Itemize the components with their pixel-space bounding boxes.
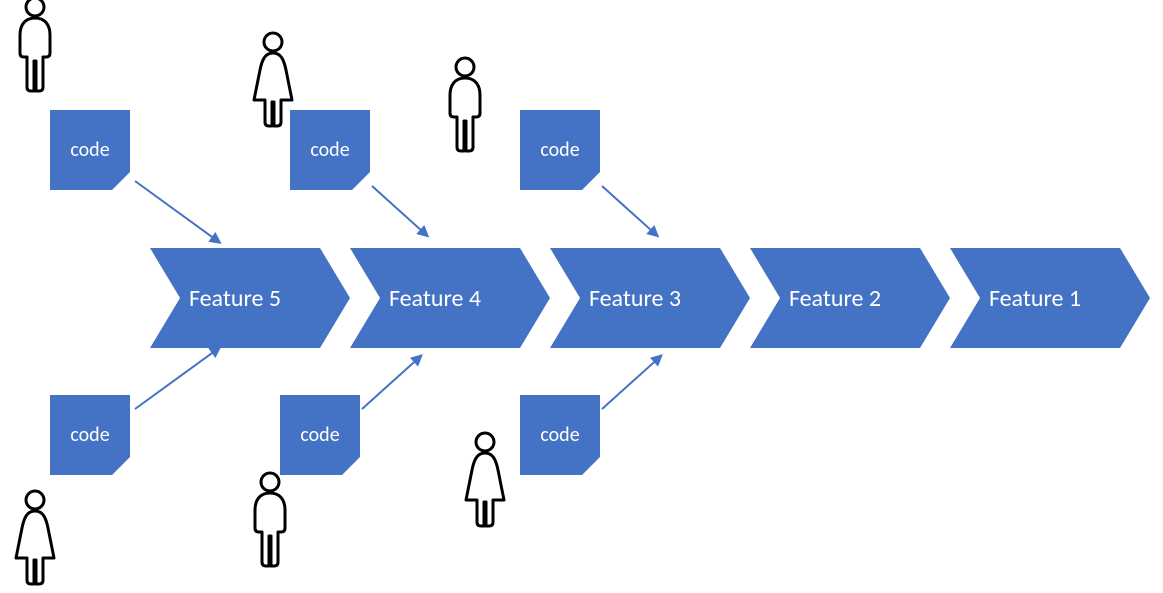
feature-arrow-2: Feature 2 (750, 248, 920, 348)
person-male-icon (440, 55, 490, 160)
code-note: code (520, 110, 600, 190)
person-female-icon (460, 430, 510, 535)
connector-arrow (601, 355, 662, 410)
feature-label: Feature 3 (589, 284, 681, 313)
code-note: code (50, 110, 130, 190)
code-note: code (290, 110, 370, 190)
connector-arrow (134, 346, 220, 409)
feature-arrow-4: Feature 4 (350, 248, 520, 348)
code-note-label: code (540, 423, 579, 447)
code-note-label: code (300, 423, 339, 447)
person-male-icon (10, 0, 60, 100)
connector-arrow (371, 185, 428, 237)
feature-arrow-3: Feature 3 (550, 248, 720, 348)
code-note-label: code (70, 423, 109, 447)
code-note: code (280, 395, 360, 475)
feature-label: Feature 2 (789, 284, 881, 313)
feature-label: Feature 5 (189, 284, 281, 313)
feature-arrow-1: Feature 1 (950, 248, 1120, 348)
feature-label: Feature 4 (389, 284, 481, 313)
diagram-canvas: code code code Feature 5 Feature 4 Featu… (0, 0, 1163, 588)
code-note: code (50, 395, 130, 475)
person-male-icon (245, 470, 295, 575)
person-female-icon (10, 488, 60, 593)
code-note-label: code (310, 138, 349, 162)
connector-arrow (601, 185, 658, 237)
connector-arrow (361, 355, 422, 410)
code-note-label: code (540, 138, 579, 162)
feature-label: Feature 1 (989, 284, 1081, 313)
code-note: code (520, 395, 600, 475)
connector-arrow (134, 180, 220, 243)
feature-arrow-5: Feature 5 (150, 248, 320, 348)
code-note-label: code (70, 138, 109, 162)
